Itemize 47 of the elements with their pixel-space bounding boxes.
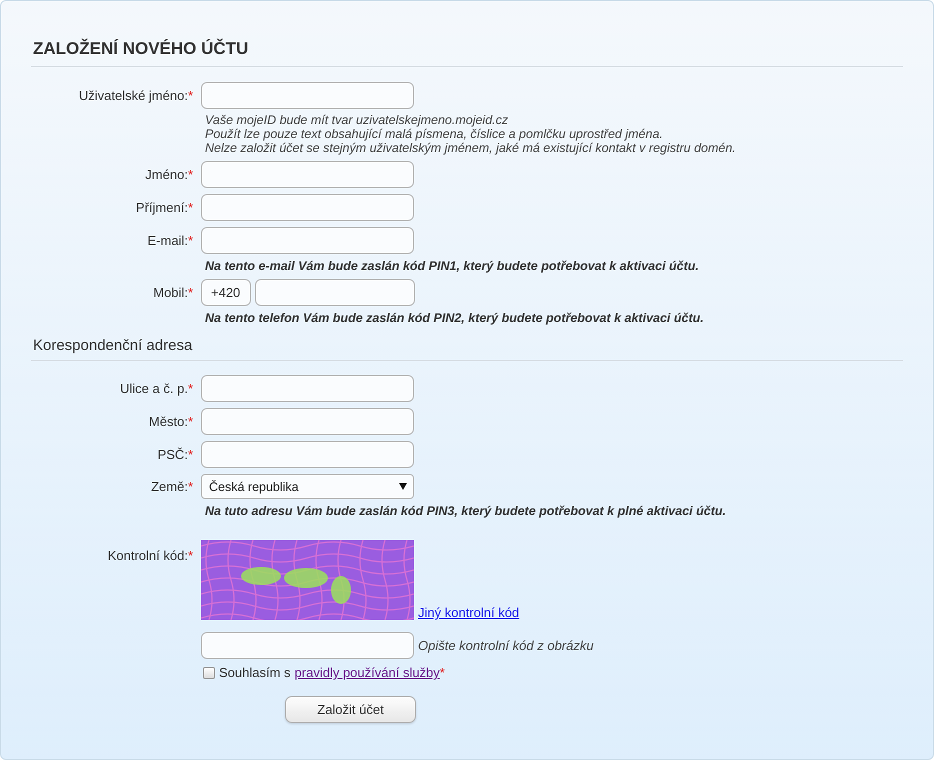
required-mark: * — [188, 447, 193, 462]
text-field[interactable] — [201, 441, 414, 468]
required-mark: * — [188, 88, 193, 103]
country-select[interactable]: Česká republika — [201, 474, 414, 499]
field-label: E-mail: — [147, 233, 188, 248]
field-note: Na tento telefon Vám bude zaslán kód PIN2, který budete potřebovat k aktivaci účtu. — [204, 311, 704, 325]
field-note: Na tento e-mail Vám bude zaslán kód PIN1, který budete potřebovat k aktivaci účtu. — [204, 259, 699, 273]
required-mark: * — [188, 233, 193, 248]
field-label: Kontrolní kód: — [108, 548, 188, 563]
terms-link[interactable]: pravidly používání služby — [294, 665, 440, 680]
text-field[interactable] — [201, 408, 414, 435]
captcha-field[interactable] — [201, 632, 414, 659]
phone-field[interactable] — [255, 279, 415, 306]
captcha-hint: Opište kontrolní kód z obrázku — [418, 638, 594, 653]
required-mark: * — [188, 548, 193, 563]
field-label: Mobil: — [153, 285, 188, 300]
new-code-link[interactable]: Jiný kontrolní kód — [418, 605, 520, 620]
field-note: Použít lze pouze text obsahující malá písmena, číslice a pomlčku uprostřed jména. — [204, 127, 663, 141]
agree-checkbox[interactable] — [203, 666, 215, 678]
field-label: Země: — [151, 479, 188, 494]
required-mark: * — [188, 414, 193, 429]
section-heading: Korespondenční adresa — [31, 337, 903, 361]
field-note: Na tuto adresu Vám bude zaslán kód PIN3, který budete potřebovat k plné aktivaci účtu. — [204, 504, 726, 518]
required-mark: * — [188, 200, 193, 215]
required-mark: * — [188, 167, 193, 182]
field-label: Příjmení: — [136, 200, 188, 215]
text-field[interactable] — [201, 375, 414, 402]
agree-label: Souhlasím s — [219, 665, 291, 680]
required-mark: * — [188, 285, 193, 300]
required-mark: * — [188, 381, 193, 396]
required-mark: * — [440, 665, 445, 680]
text-field[interactable] — [201, 82, 414, 109]
caret-icon — [399, 483, 407, 490]
field-label: Jméno: — [145, 167, 188, 182]
phone-prefix-field[interactable]: +420 — [201, 279, 251, 306]
required-mark: * — [188, 479, 193, 494]
field-note: Nelze založit účet se stejným uživatelským jménem, jaké má existující kontakt v registru domén. — [204, 141, 736, 155]
text-field[interactable] — [201, 194, 414, 221]
form-title: ZALOŽENÍ NOVÉHO ÚČTU — [31, 39, 903, 67]
submit-button[interactable]: Založit účet — [285, 696, 416, 723]
field-label: Uživatelské jméno: — [78, 88, 188, 103]
field-label: Ulice a č. p. — [120, 381, 188, 396]
text-field[interactable] — [201, 161, 414, 188]
field-label: Město: — [148, 414, 188, 429]
field-note: Vaše mojeID bude mít tvar uzivatelskejmeno.mojeid.cz — [204, 113, 508, 127]
text-field[interactable] — [201, 227, 414, 254]
field-label: PSČ: — [158, 447, 188, 462]
